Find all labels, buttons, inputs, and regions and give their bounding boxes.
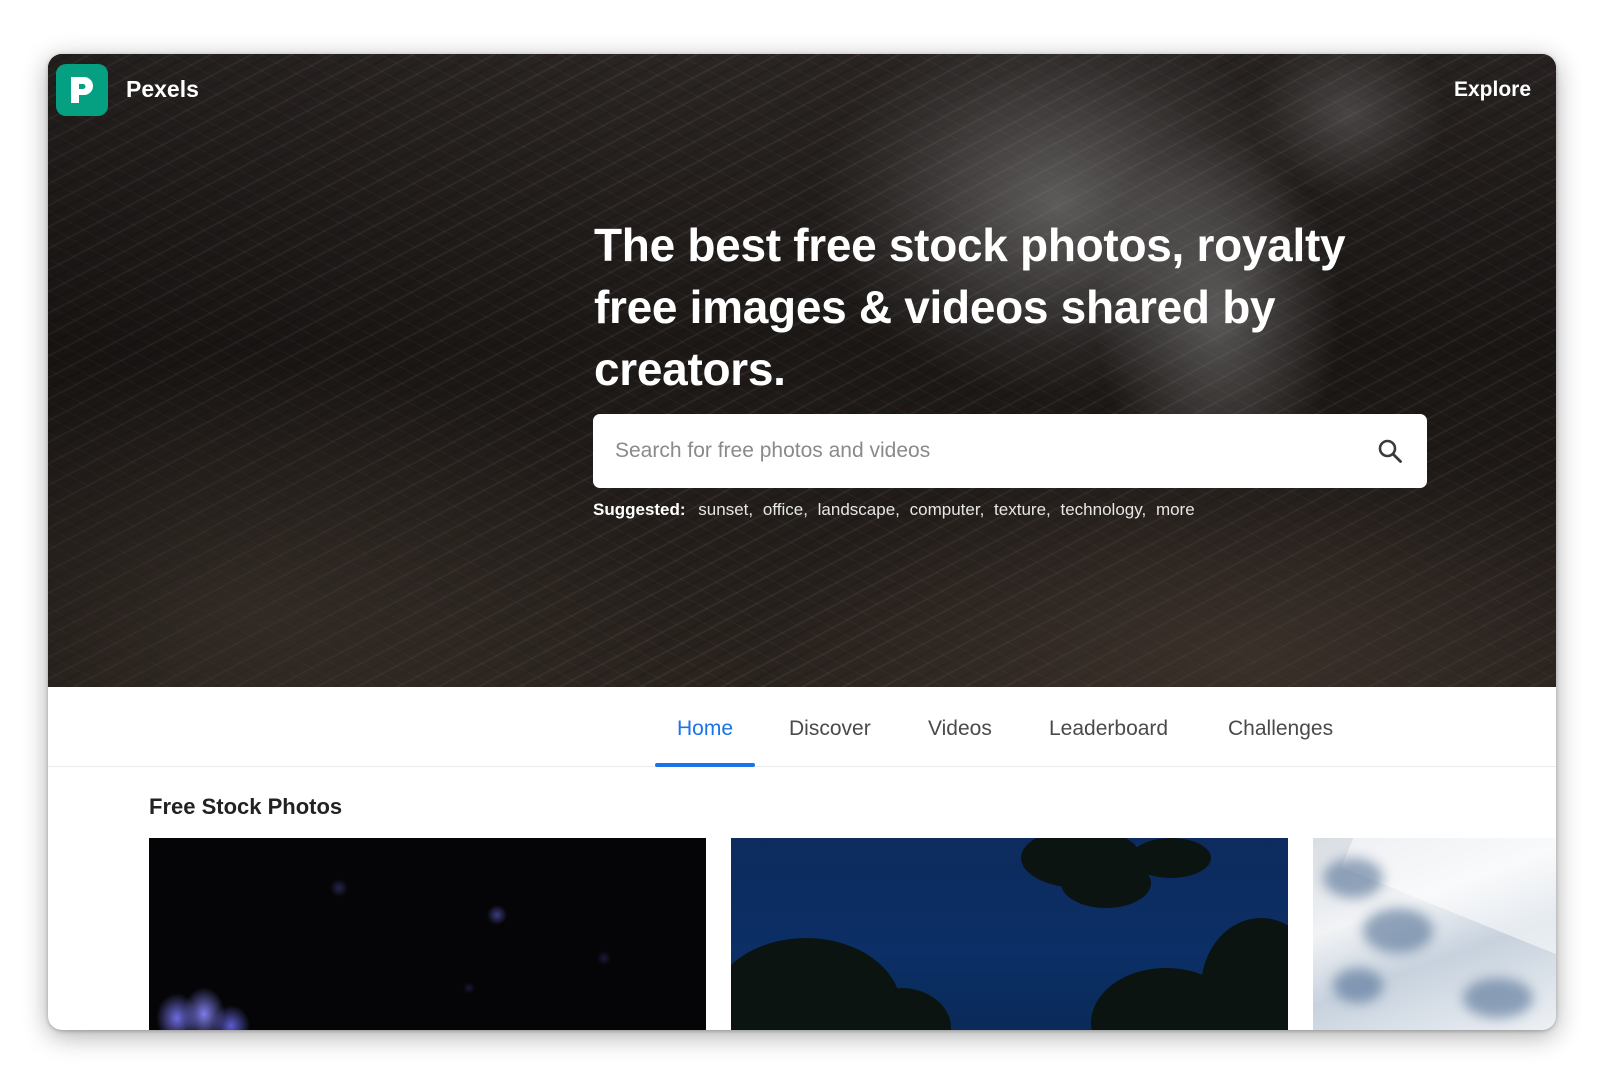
suggested-tag-more[interactable]: more [1156, 500, 1195, 519]
browser-window: Pexels Explore The best free stock photo… [48, 54, 1556, 1030]
main-nav-tabs: Home Discover Videos Leaderboard Challen… [48, 687, 1556, 767]
suggested-tag-office[interactable]: office [763, 500, 803, 519]
photo-thumbnail [149, 978, 259, 1030]
suggested-tag-sunset[interactable]: sunset [698, 500, 748, 519]
photo-card[interactable] [149, 838, 706, 1030]
photo-card[interactable] [1313, 838, 1556, 1030]
search-bar [593, 414, 1427, 488]
tab-discover[interactable]: Discover [767, 687, 893, 767]
suggested-tag-computer[interactable]: computer [910, 500, 980, 519]
suggested-label: Suggested: [593, 500, 686, 519]
section-title: Free Stock Photos [149, 794, 343, 819]
suggested-tag-technology[interactable]: technology [1061, 500, 1142, 519]
pexels-logo-icon[interactable] [56, 64, 108, 116]
explore-link[interactable]: Explore [1454, 78, 1531, 102]
hero-headline: The best free stock photos, royalty free… [594, 219, 1346, 395]
suggested-tag-landscape[interactable]: landscape [818, 500, 896, 519]
tab-challenges[interactable]: Challenges [1206, 687, 1355, 767]
search-input[interactable] [615, 414, 1355, 488]
tab-home[interactable]: Home [655, 687, 756, 767]
tab-videos[interactable]: Videos [906, 687, 1014, 767]
brand-name[interactable]: Pexels [126, 76, 199, 103]
suggested-tag-texture[interactable]: texture [994, 500, 1046, 519]
suggested-searches: Suggested: sunset, office, landscape, co… [593, 500, 1195, 519]
hero-banner: Pexels Explore The best free stock photo… [48, 54, 1556, 703]
photo-card[interactable] [731, 838, 1288, 1030]
search-icon[interactable] [1377, 438, 1403, 464]
tab-leaderboard[interactable]: Leaderboard [1027, 687, 1190, 767]
